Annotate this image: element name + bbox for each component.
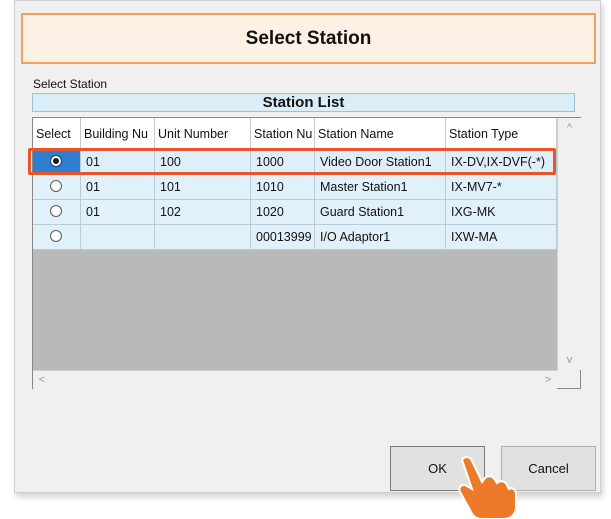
dialog-title: Select Station [21,13,596,64]
building-number-cell [81,225,155,249]
station-type-cell: IXW-MA [446,225,557,249]
table-row[interactable]: 00013999 I/O Adaptor1 IXW-MA [33,225,557,250]
table-row[interactable]: 01 100 1000 Video Door Station1 IX-DV,IX… [33,150,557,175]
select-cell[interactable] [33,175,81,199]
column-header-station-type[interactable]: Station Type [446,118,557,150]
section-label: Select Station [33,77,108,91]
station-grid: Select Building Nu Unit Number Station N… [32,117,581,389]
pointing-hand-icon [458,456,517,519]
unit-number-cell [155,225,251,249]
select-radio[interactable] [50,155,62,167]
station-type-cell: IX-MV7-* [446,175,557,199]
station-name-cell: Master Station1 [315,175,446,199]
station-name-cell: I/O Adaptor1 [315,225,446,249]
unit-number-cell: 101 [155,175,251,199]
scroll-down-icon[interactable]: v [558,350,581,370]
station-name-cell: Guard Station1 [315,200,446,224]
unit-number-cell: 102 [155,200,251,224]
station-number-cell: 1010 [251,175,315,199]
vertical-scrollbar[interactable]: ^ v [557,118,581,370]
column-header-station-name[interactable]: Station Name [315,118,446,150]
station-list-header: Station List [32,93,575,112]
unit-number-cell: 100 [155,150,251,174]
station-number-cell: 1000 [251,150,315,174]
select-radio[interactable] [50,205,62,217]
station-type-cell: IXG-MK [446,200,557,224]
station-number-cell: 00013999 [251,225,315,249]
scroll-up-icon[interactable]: ^ [558,118,581,138]
select-radio[interactable] [50,230,62,242]
table-row[interactable]: 01 102 1020 Guard Station1 IXG-MK [33,200,557,225]
select-cell[interactable] [33,200,81,224]
grid-header-row: Select Building Nu Unit Number Station N… [33,118,557,151]
column-header-unit-number[interactable]: Unit Number [155,118,251,150]
station-type-cell: IX-DV,IX-DVF(-*) [446,150,557,174]
select-cell[interactable] [33,150,81,174]
table-row[interactable]: 01 101 1010 Master Station1 IX-MV7-* [33,175,557,200]
select-cell[interactable] [33,225,81,249]
column-header-select[interactable]: Select [33,118,81,150]
building-number-cell: 01 [81,150,155,174]
column-header-station-number[interactable]: Station Nu [251,118,315,150]
column-header-building-number[interactable]: Building Nu [81,118,155,150]
building-number-cell: 01 [81,200,155,224]
building-number-cell: 01 [81,175,155,199]
scroll-left-icon[interactable]: < [33,371,51,389]
select-radio[interactable] [50,180,62,192]
station-number-cell: 1020 [251,200,315,224]
horizontal-scrollbar[interactable]: < > [33,370,557,389]
scroll-right-icon[interactable]: > [539,371,557,389]
station-name-cell: Video Door Station1 [315,150,446,174]
scrollbar-corner [557,370,580,388]
